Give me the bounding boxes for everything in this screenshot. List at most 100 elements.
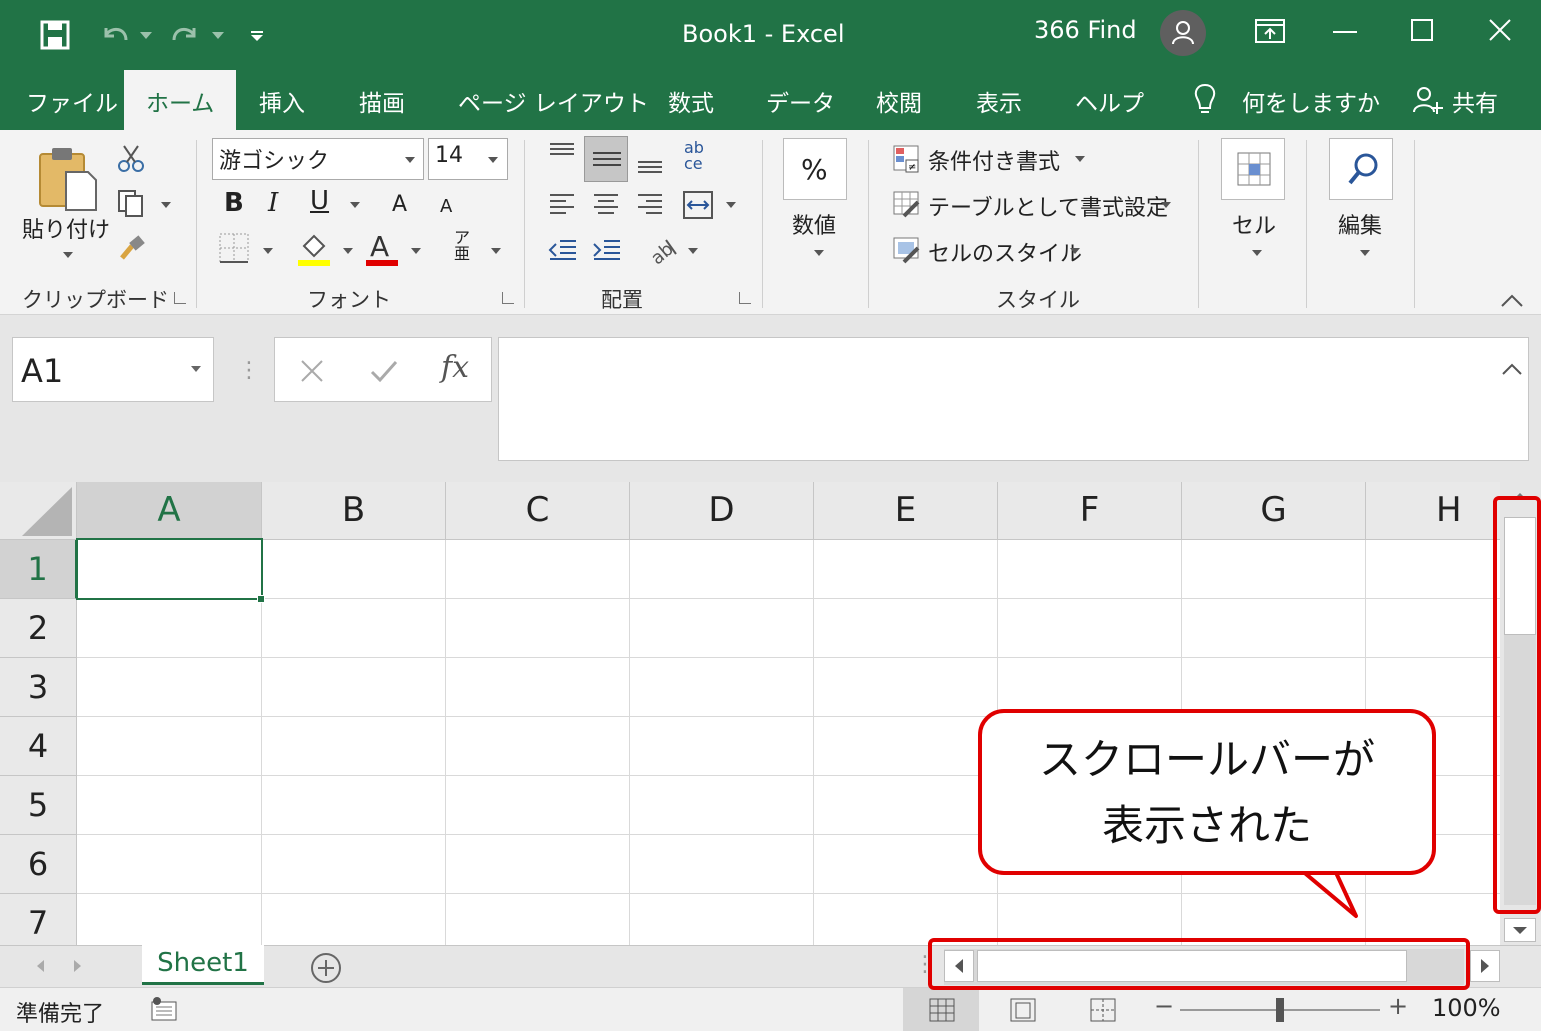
- conditional-formatting-dropdown-icon[interactable]: [1075, 156, 1085, 162]
- page-layout-view-icon[interactable]: [1010, 998, 1036, 1022]
- customize-qat-icon[interactable]: [250, 30, 264, 42]
- tab-home[interactable]: ホーム: [124, 70, 237, 132]
- phonetic-guide-icon[interactable]: ア亜: [454, 230, 470, 262]
- wrap-text-icon[interactable]: ab ce: [684, 140, 704, 172]
- conditional-formatting-icon[interactable]: ≠: [892, 144, 922, 174]
- orientation-icon[interactable]: ab: [646, 234, 680, 264]
- close-icon[interactable]: [1480, 14, 1520, 48]
- bottom-align-icon[interactable]: [636, 154, 664, 176]
- formula-bar-resize-handle[interactable]: ⋮: [238, 358, 260, 383]
- number-format-button[interactable]: %: [783, 138, 847, 200]
- row-header-5[interactable]: 5: [0, 776, 77, 835]
- editing-button[interactable]: [1329, 138, 1393, 200]
- orientation-dropdown-icon[interactable]: [688, 248, 698, 254]
- share-button[interactable]: 共有: [1452, 84, 1498, 118]
- cells-dropdown-icon[interactable]: [1252, 250, 1262, 256]
- font-launcher-icon[interactable]: [502, 292, 514, 304]
- sheet-tab-sheet1[interactable]: Sheet1: [142, 945, 264, 985]
- tab-data[interactable]: データ: [766, 84, 835, 118]
- maximize-icon[interactable]: [1402, 14, 1442, 48]
- macro-recording-icon[interactable]: [150, 996, 178, 1022]
- name-box-dropdown-icon[interactable]: [191, 366, 201, 372]
- tab-file[interactable]: ファイル: [26, 84, 118, 118]
- column-header-b[interactable]: B: [262, 482, 446, 540]
- column-header-d[interactable]: D: [630, 482, 814, 540]
- tab-review[interactable]: 校閲: [876, 84, 922, 118]
- collapse-formula-bar-icon[interactable]: [1501, 362, 1523, 376]
- cut-icon[interactable]: [116, 144, 146, 174]
- borders-dropdown-icon[interactable]: [263, 248, 273, 254]
- font-color-icon[interactable]: A: [364, 230, 400, 268]
- user-name[interactable]: 366 Find: [1034, 16, 1137, 44]
- editing-dropdown-icon[interactable]: [1360, 250, 1370, 256]
- column-header-e[interactable]: E: [814, 482, 998, 540]
- decrease-font-size-icon[interactable]: A: [440, 196, 452, 217]
- insert-function-icon[interactable]: fx: [441, 350, 469, 385]
- alignment-launcher-icon[interactable]: [739, 292, 751, 304]
- tab-insert[interactable]: 挿入: [259, 84, 305, 118]
- name-box[interactable]: A1: [12, 337, 214, 402]
- fill-color-dropdown-icon[interactable]: [343, 248, 353, 254]
- merge-center-icon[interactable]: [682, 190, 714, 220]
- format-as-table-dropdown-icon[interactable]: [1161, 202, 1171, 208]
- font-name-dropdown-icon[interactable]: [405, 157, 415, 163]
- format-painter-icon[interactable]: [118, 234, 146, 262]
- tab-formulas[interactable]: 数式: [668, 84, 714, 118]
- zoom-out-icon[interactable]: −: [1154, 992, 1174, 1020]
- formula-input[interactable]: [498, 337, 1529, 461]
- row-header-7[interactable]: 7: [0, 894, 77, 945]
- underline-dropdown-icon[interactable]: [350, 202, 360, 208]
- undo-icon[interactable]: [100, 22, 130, 50]
- phonetic-dropdown-icon[interactable]: [491, 248, 501, 254]
- format-as-table-icon[interactable]: [892, 190, 922, 220]
- increase-indent-icon[interactable]: [592, 238, 622, 262]
- select-all-corner[interactable]: [0, 482, 77, 540]
- tab-help[interactable]: ヘルプ: [1075, 84, 1144, 118]
- borders-icon[interactable]: [218, 232, 250, 264]
- save-icon[interactable]: [40, 20, 70, 50]
- normal-view-button[interactable]: [903, 988, 979, 1031]
- row-header-6[interactable]: 6: [0, 835, 77, 894]
- font-color-dropdown-icon[interactable]: [411, 248, 421, 254]
- redo-dropdown-icon[interactable]: [212, 32, 224, 40]
- undo-dropdown-icon[interactable]: [140, 32, 152, 40]
- bold-icon[interactable]: B: [224, 188, 244, 218]
- align-center-icon[interactable]: [592, 192, 620, 218]
- row-header-3[interactable]: 3: [0, 658, 77, 717]
- top-align-icon[interactable]: [548, 142, 576, 164]
- cell-styles-button[interactable]: セルのスタイル: [928, 236, 1082, 268]
- increase-font-size-icon[interactable]: A: [392, 192, 407, 217]
- column-header-g[interactable]: G: [1182, 482, 1366, 540]
- minimize-icon[interactable]: [1325, 14, 1365, 48]
- paste-dropdown-icon[interactable]: [63, 252, 73, 258]
- active-cell-a1[interactable]: [76, 538, 263, 600]
- new-sheet-plus-icon[interactable]: [310, 952, 342, 984]
- tab-page-layout[interactable]: ページ レイアウト: [458, 84, 649, 118]
- next-sheet-icon[interactable]: [72, 958, 84, 974]
- enter-check-icon[interactable]: [369, 358, 399, 384]
- cells-button[interactable]: [1221, 138, 1285, 200]
- number-label[interactable]: 数値: [792, 208, 836, 240]
- merge-dropdown-icon[interactable]: [726, 202, 736, 208]
- tab-view[interactable]: 表示: [976, 84, 1022, 118]
- align-right-icon[interactable]: [636, 192, 664, 218]
- font-name-select[interactable]: 游ゴシック: [212, 138, 424, 180]
- cancel-icon[interactable]: [299, 358, 325, 384]
- redo-icon[interactable]: [170, 22, 200, 50]
- collapse-ribbon-icon[interactable]: [1500, 294, 1524, 308]
- column-header-h[interactable]: H: [1366, 482, 1500, 540]
- underline-icon[interactable]: U: [310, 186, 329, 216]
- cells-label[interactable]: セル: [1232, 208, 1276, 240]
- scroll-right-button[interactable]: [1470, 950, 1500, 982]
- zoom-level[interactable]: 100%: [1432, 994, 1501, 1022]
- tell-me-search[interactable]: 何をしますか: [1242, 84, 1380, 118]
- italic-icon[interactable]: I: [268, 188, 278, 218]
- conditional-formatting-button[interactable]: 条件付き書式: [928, 144, 1060, 176]
- column-header-a[interactable]: A: [77, 482, 262, 540]
- paste-button[interactable]: 貼り付け: [22, 212, 110, 244]
- row-header-4[interactable]: 4: [0, 717, 77, 776]
- ribbon-display-options-icon[interactable]: [1250, 14, 1290, 48]
- avatar[interactable]: [1160, 10, 1206, 56]
- align-left-icon[interactable]: [548, 192, 576, 218]
- number-dropdown-icon[interactable]: [814, 250, 824, 256]
